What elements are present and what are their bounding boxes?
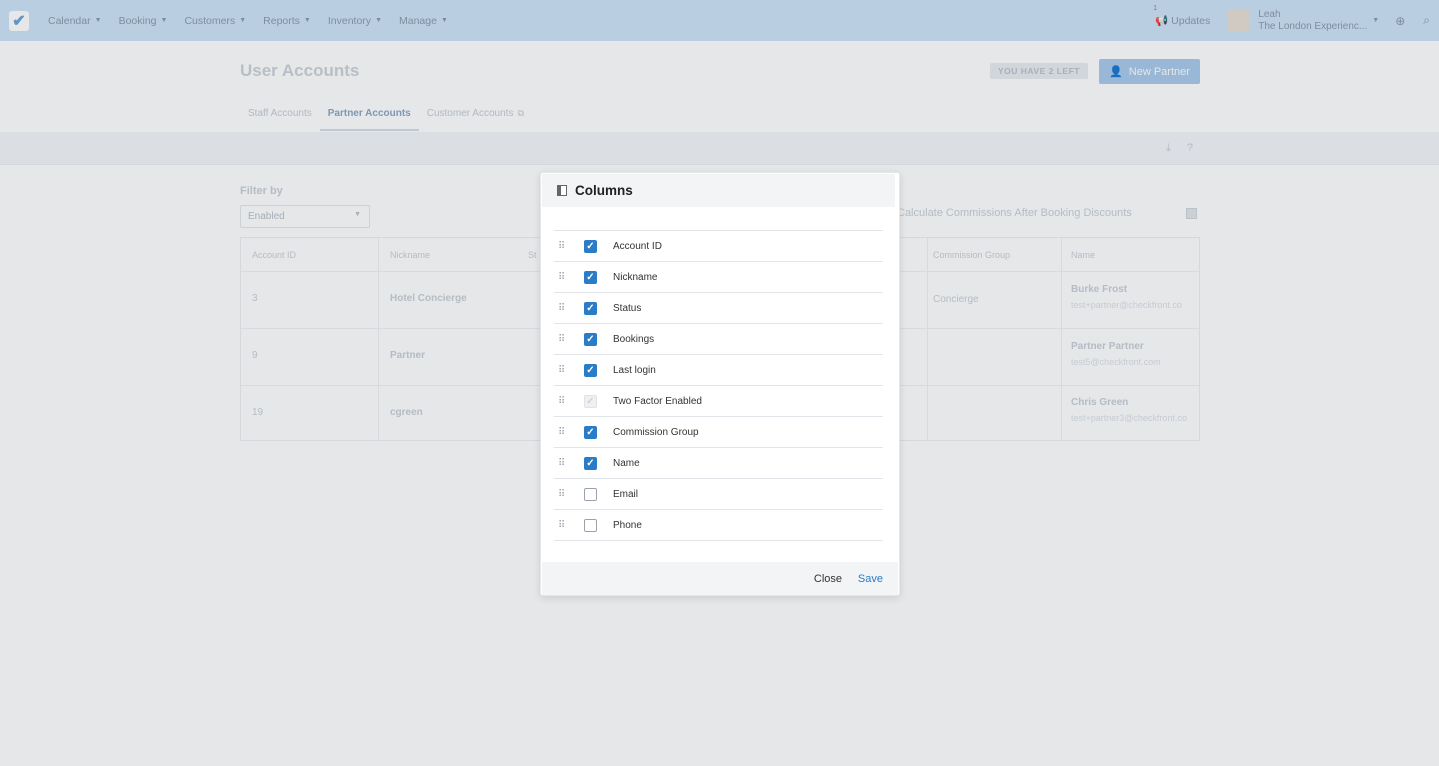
column-label: Last login (613, 364, 656, 376)
column-checkbox[interactable]: ✓ (584, 332, 597, 346)
columns-modal: Columns ⠿ ✓ Account ID ⠿ ✓ Nickname ⠿ ✓ Status ⠿ ✓… (540, 172, 900, 596)
column-checkbox[interactable]: ✓ (584, 301, 597, 315)
save-button[interactable]: Save (858, 573, 883, 585)
column-checkbox[interactable]: ✓ (584, 456, 597, 470)
column-label: Status (613, 302, 642, 314)
drag-handle-icon[interactable]: ⠿ (558, 365, 568, 375)
modal-footer: Close Save (542, 562, 898, 595)
column-row: ⠿ ✓ Last login (554, 355, 883, 386)
close-button[interactable]: Close (814, 573, 842, 585)
column-row: ⠿ ✓ Commission Group (554, 417, 883, 448)
column-label: Commission Group (613, 426, 699, 438)
column-checkbox: ✓ (584, 394, 597, 408)
column-row: ⠿ ✓ Name (554, 448, 883, 479)
column-checkbox[interactable]: ✓ (584, 239, 597, 253)
drag-handle-icon[interactable]: ⠿ (558, 272, 568, 282)
column-label: Bookings (613, 333, 655, 345)
drag-handle-icon[interactable]: ⠿ (558, 396, 568, 406)
column-list: ⠿ ✓ Account ID ⠿ ✓ Nickname ⠿ ✓ Status ⠿ ✓ Bookings… (554, 230, 883, 541)
column-row: ⠿ Phone (554, 510, 883, 541)
modal-title: Columns (575, 183, 633, 198)
column-checkbox[interactable] (584, 487, 597, 501)
drag-handle-icon[interactable]: ⠿ (558, 489, 568, 499)
column-row: ⠿ ✓ Bookings (554, 324, 883, 355)
columns-icon (557, 185, 567, 196)
column-label: Nickname (613, 271, 658, 283)
column-checkbox[interactable]: ✓ (584, 425, 597, 439)
column-checkbox[interactable]: ✓ (584, 363, 597, 377)
column-row: ⠿ ✓ Nickname (554, 262, 883, 293)
column-label: Two Factor Enabled (613, 395, 702, 407)
column-row: ⠿ ✓ Account ID (554, 231, 883, 262)
column-row: ⠿ ✓ Status (554, 293, 883, 324)
column-label: Name (613, 457, 640, 469)
drag-handle-icon[interactable]: ⠿ (558, 241, 568, 251)
column-label: Account ID (613, 240, 662, 252)
column-label: Email (613, 488, 639, 500)
column-row: ⠿ ✓ Two Factor Enabled (554, 386, 883, 417)
drag-handle-icon[interactable]: ⠿ (558, 427, 568, 437)
column-row: ⠿ Email (554, 479, 883, 510)
column-label: Phone (613, 519, 642, 531)
drag-handle-icon[interactable]: ⠿ (558, 334, 568, 344)
drag-handle-icon[interactable]: ⠿ (558, 458, 568, 468)
column-checkbox[interactable]: ✓ (584, 270, 597, 284)
modal-header: Columns (542, 174, 895, 207)
drag-handle-icon[interactable]: ⠿ (558, 520, 568, 530)
drag-handle-icon[interactable]: ⠿ (558, 303, 568, 313)
column-checkbox[interactable] (584, 518, 597, 532)
